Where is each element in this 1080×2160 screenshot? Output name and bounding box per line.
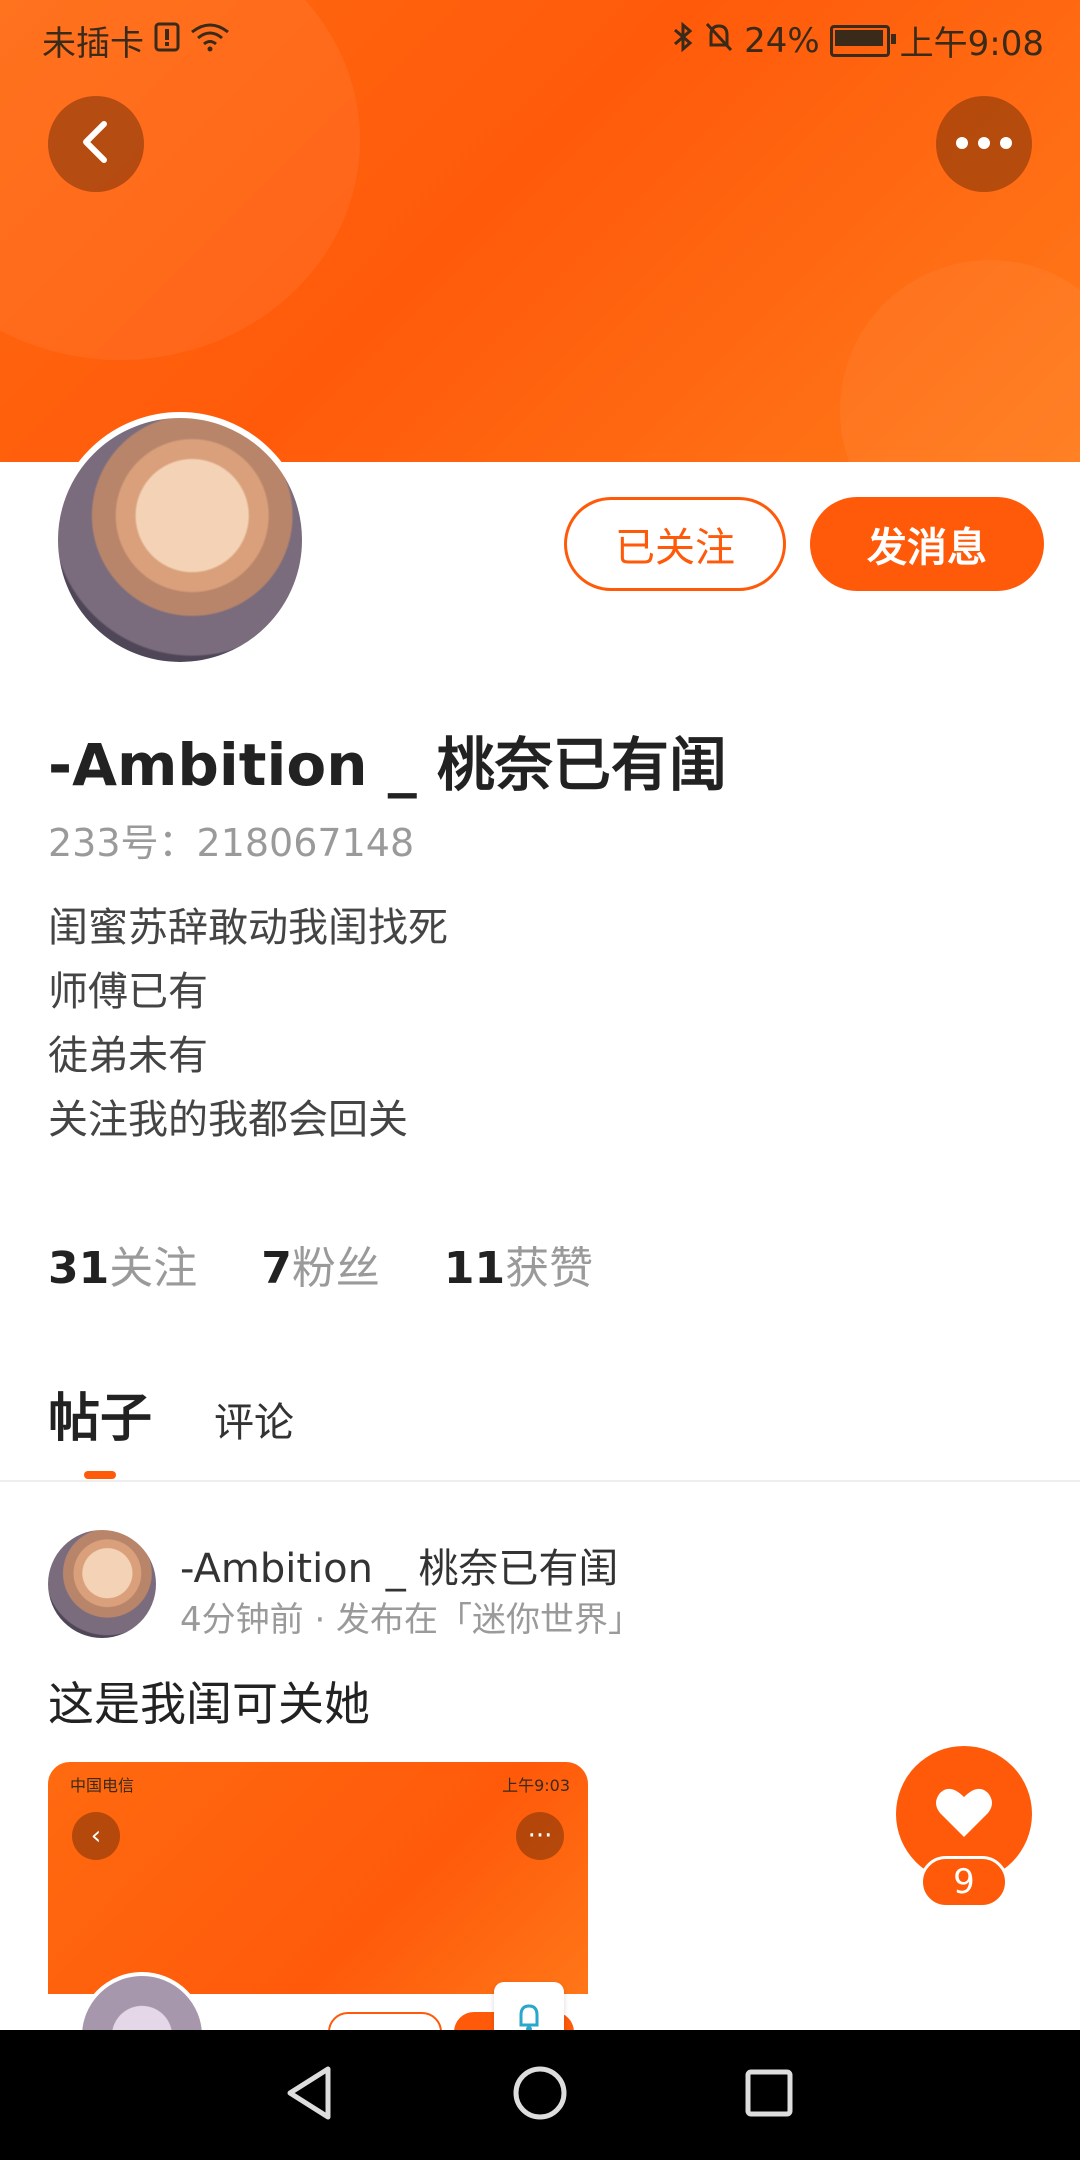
stat-likes[interactable]: 11获赞	[444, 1232, 593, 1296]
image-status-carrier: 中国电信	[70, 1776, 135, 1795]
chevron-left-icon	[76, 118, 116, 170]
profile-username: -Ambition _ 桃奈已有闺	[48, 731, 727, 799]
profile-header-banner: 未插卡 24% 上午9:08	[0, 0, 1080, 462]
stat-number: 7	[261, 1243, 292, 1294]
followed-button[interactable]: 已关注	[564, 497, 786, 591]
post-meta: 4分钟前 · 发布在「迷你世界」	[180, 1600, 643, 1640]
bio-line: 师傅已有	[48, 969, 208, 1015]
profile-avatar[interactable]	[52, 412, 308, 668]
stat-label: 获赞	[505, 1243, 594, 1294]
image-back-icon: ‹	[72, 1812, 120, 1860]
triangle-back-icon	[284, 2065, 334, 2125]
stat-label: 粉丝	[291, 1243, 380, 1294]
bell-icon	[494, 1982, 564, 2032]
nav-back-button[interactable]	[274, 2060, 344, 2130]
system-nav-bar	[0, 2030, 1080, 2160]
stat-number: 11	[443, 1243, 506, 1294]
profile-uid: 233号：218067148	[48, 821, 415, 865]
post-text[interactable]: 这是我闺可关她	[48, 1668, 370, 1734]
banner-decoration	[840, 260, 1080, 462]
battery-percent: 24%	[744, 20, 820, 61]
battery-icon	[829, 24, 896, 57]
stat-number: 31	[48, 1243, 110, 1294]
circle-home-icon	[512, 2065, 568, 2125]
profile-bio: 闺蜜苏辞敢动我闺找死 师傅已有 徒弟未有 关注我的我都会回关	[48, 896, 448, 1152]
stat-following[interactable]: 31关注	[48, 1232, 197, 1296]
bio-line: 徒弟未有	[48, 1033, 208, 1079]
post-author-name[interactable]: -Ambition _ 桃奈已有闺	[180, 1536, 618, 1594]
heart-icon	[934, 1785, 994, 1843]
like-count-badge: 9	[920, 1856, 1008, 1908]
more-button[interactable]	[936, 96, 1032, 192]
nav-recents-button[interactable]	[734, 2060, 804, 2130]
bluetooth-icon	[672, 21, 694, 61]
more-dots-icon	[954, 135, 1014, 154]
image-status-time: 上午9:03	[502, 1776, 570, 1795]
wifi-icon	[190, 22, 230, 60]
tab-active-indicator	[84, 1471, 116, 1479]
carrier-text: 未插卡	[42, 24, 144, 64]
image-follow-shape	[328, 2012, 442, 2032]
tab-comments[interactable]: 评论	[214, 1390, 294, 1448]
nav-home-button[interactable]	[505, 2060, 575, 2130]
stat-label: 关注	[109, 1243, 198, 1294]
tab-divider	[0, 1480, 1080, 1482]
image-more-icon: ···	[516, 1812, 564, 1860]
tab-posts[interactable]: 帖子	[48, 1376, 152, 1451]
profile-stats: 31关注 7粉丝 11获赞	[48, 1232, 593, 1296]
send-message-button[interactable]: 发消息	[810, 497, 1044, 591]
status-left: 未插卡	[42, 16, 230, 65]
bio-line: 闺蜜苏辞敢动我闺找死	[48, 905, 448, 951]
status-bar: 未插卡 24% 上午9:08	[0, 0, 1080, 72]
status-right: 24% 上午9:08	[672, 16, 1044, 65]
post-author-avatar[interactable]	[48, 1530, 156, 1638]
clock: 上午9:08	[899, 24, 1044, 64]
post-image[interactable]: 中国电信 上午9:03 ‹ ···	[48, 1762, 588, 2032]
bio-line: 关注我的我都会回关	[48, 1097, 408, 1143]
sim-alert-icon	[154, 22, 180, 60]
back-button[interactable]	[48, 96, 144, 192]
stat-followers[interactable]: 7粉丝	[261, 1232, 380, 1296]
image-avatar	[78, 1972, 206, 2032]
mute-bell-icon	[704, 21, 734, 61]
square-recents-icon	[744, 2068, 794, 2122]
